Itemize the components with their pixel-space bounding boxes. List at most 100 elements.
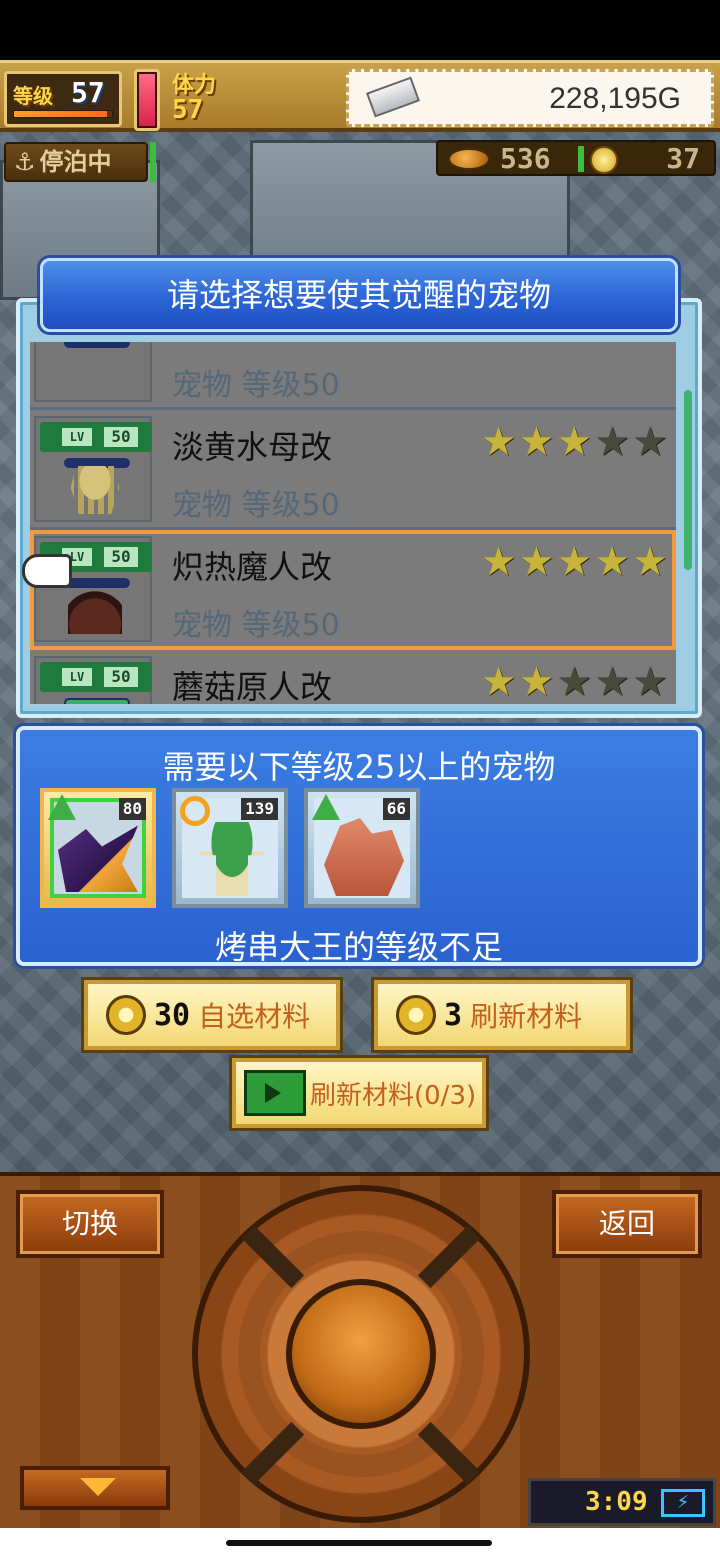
star-empty-icon: ★: [632, 419, 668, 465]
star-empty-icon: ★: [594, 419, 631, 465]
dock-status-badge[interactable]: ⚓ 停泊中: [4, 142, 148, 182]
unknown-pet: [68, 346, 122, 394]
battery-charging-icon: ⚡: [661, 1489, 705, 1517]
player-level-box: 等级 57: [4, 71, 122, 127]
star-filled-icon: ★: [480, 419, 517, 465]
pet-list-title-banner: 请选择想要使其觉醒的宠物: [40, 258, 678, 332]
pet-list-item[interactable]: LV 50 淡黄水母改 宠物 等级50 ★ ★ ★ ★ ★: [30, 410, 676, 530]
pet-subtitle: 宠物 等级50: [172, 488, 340, 523]
rank-ring-icon: [180, 796, 210, 826]
star-filled-icon: ★: [594, 539, 631, 585]
slot-level: 80: [118, 798, 146, 820]
pet-subtitle: 宠物 等级50: [172, 608, 340, 643]
star-filled-icon: ★: [556, 419, 593, 465]
stamina-gauge: [134, 69, 160, 131]
pet-list-item[interactable]: LV50 宠物 等级50: [30, 342, 676, 410]
choose-cost: 30: [154, 997, 191, 1033]
gold-display[interactable]: 228,195G: [346, 69, 714, 127]
star-filled-icon: ★: [518, 419, 555, 465]
level-value: 57: [71, 76, 105, 109]
level-tag: LV: [62, 428, 92, 446]
resource-bar: 536 37: [436, 140, 716, 176]
coin-icon: [590, 146, 618, 174]
pointing-hand-icon: [22, 554, 72, 588]
level-number: 50: [104, 667, 138, 687]
star-filled-icon: ★: [518, 659, 555, 704]
fish-icon: [448, 148, 490, 170]
level-badge: LV 50: [40, 422, 152, 452]
back-button[interactable]: 返回: [552, 1190, 702, 1258]
star-filled-icon: ★: [632, 539, 668, 585]
fish-count: 536: [500, 142, 551, 175]
coin-icon: [396, 995, 436, 1035]
coin-icon: [106, 995, 146, 1035]
switch-button[interactable]: 切换: [16, 1190, 164, 1258]
level-tag: LV: [62, 668, 92, 686]
level-label: 等级: [13, 84, 53, 108]
pet-name: 蘑菇原人改: [172, 668, 333, 704]
video-ad-icon: [244, 1070, 306, 1116]
magma-golem-icon: [68, 586, 122, 634]
stamina-value: 57: [172, 95, 204, 125]
choose-label: 自选材料: [198, 1000, 311, 1033]
switch-label: 切换: [61, 1207, 118, 1240]
pet-name: 淡黄水母改: [172, 428, 333, 466]
requirement-panel: 需要以下等级25以上的宠物 80 139 66 烤串大王的等级不足: [16, 726, 702, 966]
rarity-stars: ★ ★ ★ ★ ★: [481, 662, 668, 702]
jellyfish-icon: [70, 466, 120, 514]
level-insufficient-warning: 烤串大王的等级不足: [214, 928, 503, 966]
rarity-stars: ★ ★ ★ ★ ★: [481, 542, 668, 582]
home-indicator[interactable]: [226, 1540, 492, 1546]
pet-list-item[interactable]: LV 50 炽热魔人改 宠物 等级50 ★ ★ ★ ★ ★: [30, 530, 676, 650]
material-slot-2[interactable]: 139: [172, 788, 288, 908]
pet-list-item[interactable]: LV50蘑菇原人改宠物 等级50★★★★★: [30, 650, 676, 704]
refresh-label: 刷新材料: [470, 1000, 583, 1033]
status-bar: [0, 0, 720, 60]
material-slot-1[interactable]: 80: [40, 788, 156, 908]
pet-thumbnail: LV50: [34, 536, 152, 642]
level-exp-bar: [13, 110, 113, 118]
back-label: 返回: [598, 1207, 655, 1240]
star-empty-icon: ★: [556, 659, 593, 704]
slot-level: 66: [382, 798, 410, 820]
level-badge: LV 50: [40, 662, 152, 692]
star-empty-icon: ★: [594, 659, 631, 704]
ad-refresh-label: 刷新材料(0/3): [310, 1080, 477, 1111]
pet-list-scroll: LV50宠物 等级50LV50淡黄水母改宠物 等级50★★★★★LV50炽热魔人…: [30, 342, 676, 704]
rarity-stars: ★ ★ ★ ★ ★: [481, 422, 668, 462]
pet-list-title: 请选择想要使其觉醒的宠物: [166, 276, 551, 314]
pet-subtitle: 宠物 等级50: [172, 368, 340, 403]
pet-thumbnail: LV50: [34, 342, 152, 402]
refresh-material-button[interactable]: 3 刷新材料: [374, 980, 630, 1050]
pet-name: 炽热魔人改: [172, 548, 333, 586]
star-filled-icon: ★: [480, 539, 517, 585]
star-filled-icon: ★: [556, 539, 593, 585]
gold-value: 228,195G: [549, 82, 681, 115]
clock-time: 3:09: [585, 1487, 648, 1517]
exp-bar: [64, 698, 130, 704]
coin-count: 37: [666, 142, 700, 175]
rank-triangle-icon: [312, 794, 340, 820]
star-empty-icon: ★: [632, 659, 668, 704]
star-filled-icon: ★: [518, 539, 555, 585]
pet-list-scrollbar-thumb[interactable]: [684, 390, 692, 570]
ad-refresh-button[interactable]: 刷新材料(0/3): [232, 1058, 486, 1128]
pet-thumbnail: LV 50: [34, 416, 152, 522]
rank-triangle-icon: [48, 794, 76, 820]
clock-display: 3:09 ⚡: [528, 1478, 716, 1526]
menu-toggle-button[interactable]: [20, 1466, 170, 1510]
star-filled-icon: ★: [480, 659, 517, 704]
pet-list[interactable]: LV50宠物 等级50LV50淡黄水母改宠物 等级50★★★★★LV50炽热魔人…: [30, 342, 676, 704]
requirement-title: 需要以下等级25以上的宠物: [162, 748, 556, 786]
choose-material-button[interactable]: 30 自选材料: [84, 980, 340, 1050]
material-slot-3[interactable]: 66: [304, 788, 420, 908]
pet-thumbnail: LV 50: [34, 656, 152, 704]
slot-level: 139: [241, 798, 278, 820]
level-number: 50: [104, 427, 138, 447]
dpad-center-button[interactable]: [286, 1279, 436, 1429]
dock-status-indicator: [150, 142, 156, 182]
chevron-down-icon: [80, 1478, 116, 1496]
anchor-icon: ⚓: [14, 148, 36, 176]
level-number: 50: [104, 547, 138, 567]
silver-bar-icon: [366, 76, 420, 118]
